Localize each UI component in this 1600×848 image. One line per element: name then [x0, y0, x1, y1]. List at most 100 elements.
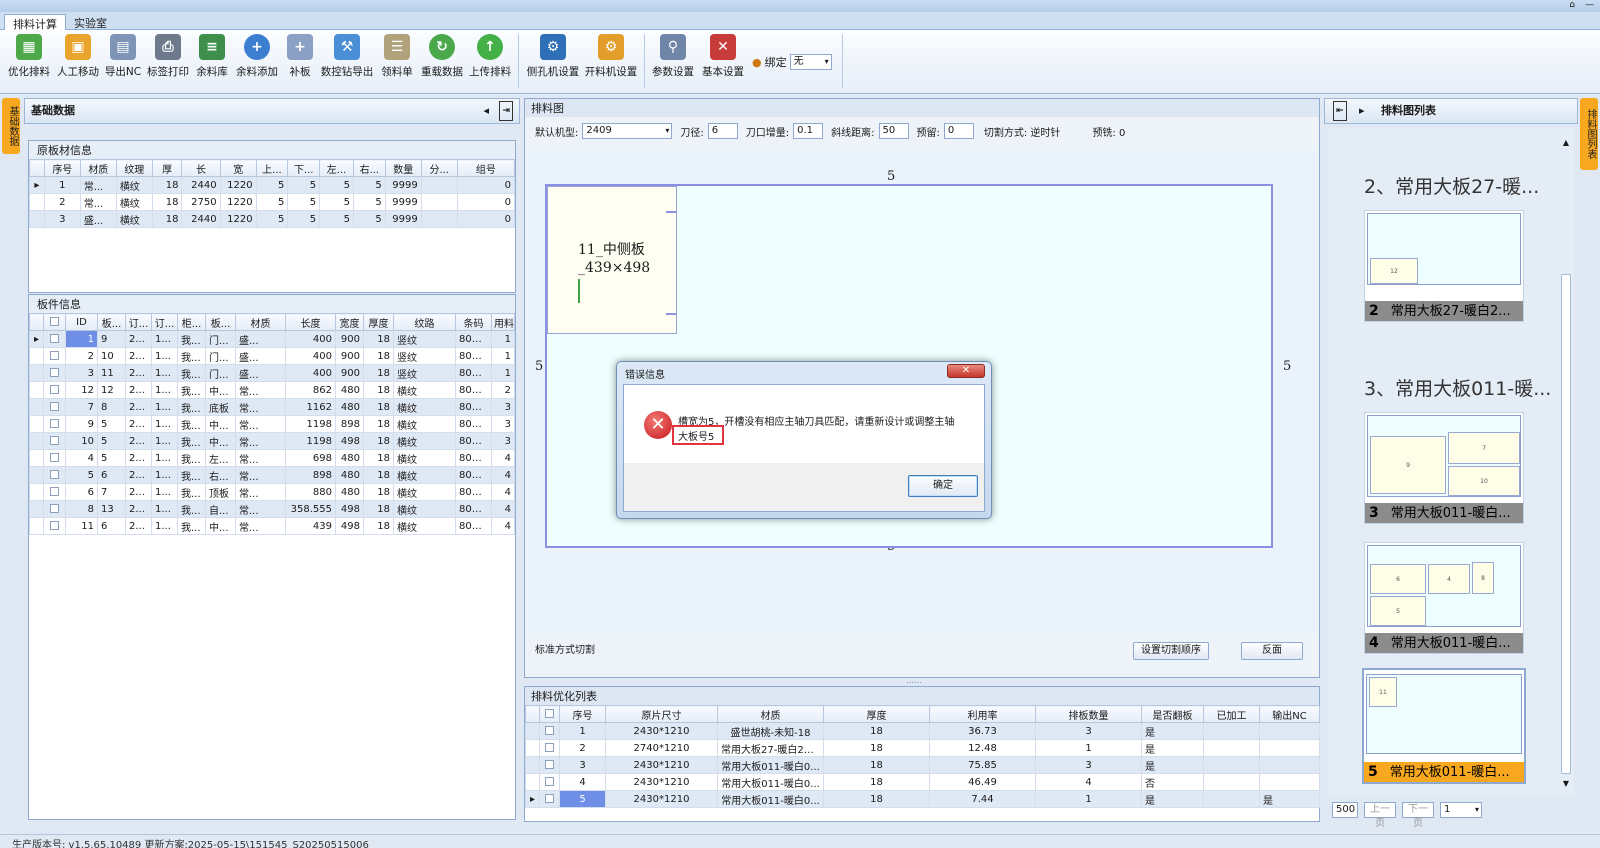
checkbox[interactable]	[50, 368, 59, 377]
layout-thumb-2[interactable]: 12 2 常用大板27-暖白2...	[1364, 210, 1524, 322]
table-row[interactable]: 3 盛... 横纹 18 2440 1220 5 5 5 5 9999 0	[29, 210, 516, 228]
table-row[interactable]: 2 常... 横纹 18 2750 1220 5 5 5 5 9999 0	[29, 193, 516, 211]
checkbox[interactable]	[50, 436, 59, 445]
remnant-library-button[interactable]: ≡ 余料库	[194, 34, 230, 79]
layout-thumb-3[interactable]: 9 7 10 3 常用大板011-暖白...	[1364, 412, 1524, 524]
upload-layout-button[interactable]: ↑ 上传排料	[468, 34, 512, 79]
table-row[interactable]: 8 13 2... 1... 我... 自... 常... 358.555 498 18 横纹 804…	[29, 500, 515, 518]
reload-data-button[interactable]: ↻ 重载数据	[420, 34, 464, 79]
column-header[interactable]: 序号	[559, 705, 606, 723]
checkbox[interactable]	[545, 777, 554, 786]
column-header[interactable]: 订...	[125, 313, 152, 331]
table-row[interactable]: 3112...1...我...门...盛...40090018竖纹8042719…	[29, 364, 515, 382]
set-cut-order-button[interactable]: 设置切割顺序	[1133, 642, 1209, 660]
checkbox[interactable]	[50, 470, 59, 479]
layout-thumb-4[interactable]: 6 4 8 5 4 常用大板011-暖白...	[1364, 542, 1524, 654]
column-header[interactable]: 原片尺寸	[605, 705, 718, 723]
select-all-checkbox[interactable]	[43, 313, 66, 331]
table-row[interactable]: 452...1...我...左...常...69848018横纹804271..…	[29, 449, 515, 467]
row-checkbox[interactable]	[43, 330, 66, 348]
checkbox[interactable]	[50, 351, 59, 360]
row-checkbox[interactable]	[43, 364, 66, 382]
row-checkbox[interactable]	[43, 466, 66, 484]
machine-select[interactable]: 2409 ▾	[582, 123, 673, 139]
column-header[interactable]: 条码	[455, 313, 492, 331]
row-checkbox[interactable]	[539, 773, 560, 791]
column-header[interactable]: 组号	[456, 159, 516, 177]
collapse-left-icon[interactable]: ◂	[483, 102, 489, 120]
pin-icon[interactable]: ⇤	[1333, 101, 1347, 121]
material-list-button[interactable]: ☰ 领料单	[380, 34, 414, 79]
column-header[interactable]: 已加工	[1203, 705, 1260, 723]
scroll-up-icon[interactable]: ▲	[1560, 138, 1572, 147]
column-header[interactable]: 材质	[79, 159, 117, 177]
row-checkbox[interactable]	[43, 500, 66, 518]
column-header[interactable]: 材质	[235, 313, 286, 331]
prev-page-button[interactable]: 上一页	[1364, 802, 1396, 829]
table-row[interactable]: 10 5 2... 1... 我... 中... 常... 1198 498 18 横纹 80427 3…	[29, 432, 515, 450]
table-row[interactable]: 1162...1...我...中...常...43949818横纹8042732…	[29, 517, 515, 535]
side-drill-settings-button[interactable]: ⚙ 侧孔机设置	[526, 34, 580, 79]
bind-select[interactable]: 无 ▾	[789, 54, 832, 70]
table-row[interactable]: 2102...1...我...门...盛...40090018竖纹8042718…	[29, 347, 515, 365]
cnc-drill-export-button[interactable]: ⚒ 数控钻导出	[320, 34, 374, 79]
table-row[interactable]: 782...1...我...底板常...116248018横纹804271613	[29, 398, 515, 416]
checkbox[interactable]	[50, 487, 59, 496]
next-page-button[interactable]: 下一页	[1402, 802, 1434, 829]
table-row[interactable]: 672...1...我...顶板常...88048018横纹804271...4	[29, 483, 515, 501]
column-header[interactable]: 纹路	[393, 313, 456, 331]
close-icon[interactable]: ✕	[947, 364, 985, 378]
column-header[interactable]: 下...	[287, 159, 321, 177]
row-checkbox[interactable]	[43, 381, 66, 399]
checkbox[interactable]	[50, 504, 59, 513]
column-header[interactable]: 排板数量	[1035, 705, 1142, 723]
column-header[interactable]: 分...	[420, 159, 458, 177]
column-header[interactable]: 长	[181, 159, 221, 177]
row-checkbox[interactable]	[539, 790, 560, 808]
minimize-icon[interactable]: —	[1585, 0, 1594, 12]
checkbox[interactable]	[545, 760, 554, 769]
checkbox[interactable]	[545, 794, 554, 803]
checkbox[interactable]	[50, 453, 59, 462]
column-header[interactable]: 数量	[384, 159, 422, 177]
column-header[interactable]: 序号	[43, 159, 81, 177]
manual-move-button[interactable]: ▣ 人工移动	[56, 34, 100, 79]
slope-input[interactable]: 50	[878, 123, 909, 139]
scroll-down-icon[interactable]: ▼	[1560, 779, 1572, 788]
checkbox[interactable]	[50, 402, 59, 411]
column-header[interactable]: 板...	[97, 313, 126, 331]
tab-layout-calc[interactable]: 排料计算	[4, 14, 66, 31]
row-checkbox[interactable]	[539, 756, 560, 774]
reverse-side-button[interactable]: 反面	[1241, 642, 1303, 660]
row-checkbox[interactable]	[539, 739, 560, 757]
column-header[interactable]: 材质	[717, 705, 824, 723]
column-header[interactable]: 长度	[285, 313, 336, 331]
expand-right-icon[interactable]: ▸	[1359, 102, 1365, 120]
row-checkbox[interactable]	[43, 483, 66, 501]
export-nc-button[interactable]: ▤ 导出NC	[104, 34, 142, 79]
checkbox[interactable]	[50, 521, 59, 530]
checkbox[interactable]	[50, 385, 59, 394]
column-header[interactable]: 左...	[319, 159, 354, 177]
diameter-input[interactable]: 6	[707, 123, 738, 139]
row-checkbox[interactable]	[43, 449, 66, 467]
column-header[interactable]: 订...	[151, 313, 178, 331]
basic-settings-button[interactable]: ✕ 基本设置	[700, 34, 746, 79]
reserve-input[interactable]: 0	[943, 123, 974, 139]
label-print-button[interactable]: ⎙ 标签打印	[146, 34, 190, 79]
parameter-settings-button[interactable]: ⚲ 参数设置	[650, 34, 696, 79]
optimize-layout-button[interactable]: ▦ 优化排料	[8, 34, 50, 79]
table-row[interactable]: 2 2740*1210 常用大板27-暖白27-... 18 12.48 1 是	[525, 739, 1320, 757]
table-row[interactable]: 3 2430*1210 常用大板011-暖白0... 18 75.85 3 是	[525, 756, 1320, 774]
cutter-settings-button[interactable]: ⚙ 开料机设置	[584, 34, 638, 79]
column-header[interactable]: 宽	[219, 159, 257, 177]
row-checkbox[interactable]	[43, 347, 66, 365]
column-header[interactable]: 纹理	[115, 159, 153, 177]
page-size-input[interactable]: 500	[1332, 802, 1358, 818]
scroll-thumb[interactable]	[1561, 274, 1571, 774]
row-checkbox[interactable]	[43, 398, 66, 416]
tab-lab[interactable]: 实验室	[66, 14, 115, 30]
side-tab-basic-data[interactable]: 基础数据	[2, 98, 20, 154]
table-row[interactable]: ▸192...1...我...门...盛...40090018竖纹8042717…	[29, 330, 515, 348]
side-tab-layout-list[interactable]: 排料图列表	[1580, 98, 1598, 170]
